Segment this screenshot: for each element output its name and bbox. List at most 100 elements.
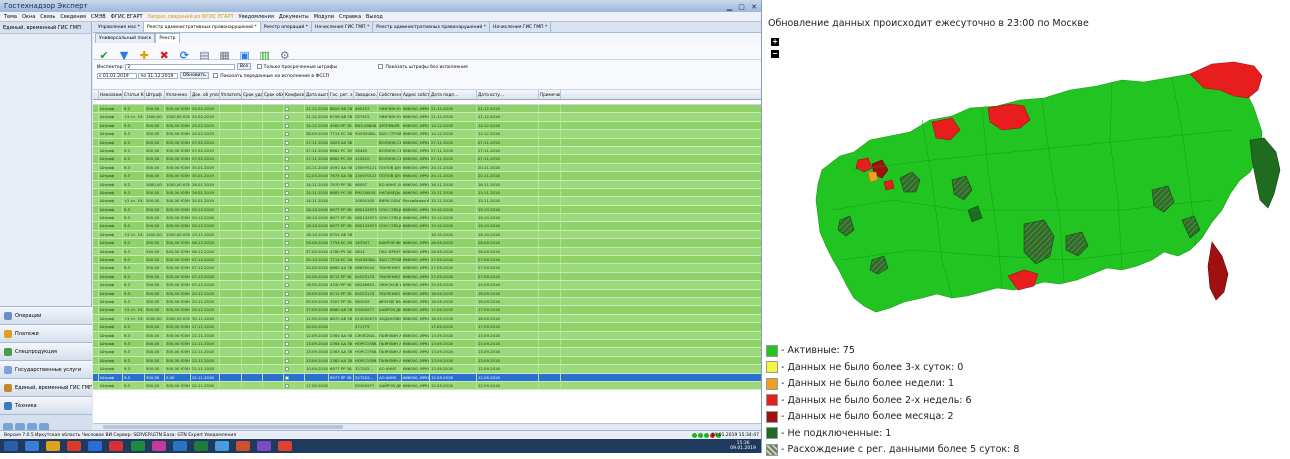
table-cell[interactable]: 15.11.2018 <box>430 197 477 205</box>
table-cell[interactable]: 20.11.2018 <box>305 163 329 172</box>
table-cell[interactable]: 6977 РР 38 <box>329 222 354 230</box>
table-cell[interactable]: 21.12.2018 <box>430 105 477 113</box>
table-cell[interactable]: 05.12.2018 <box>191 281 220 289</box>
table-cell[interactable]: 14.12.2018 <box>430 130 477 138</box>
column-header[interactable]: Дата всту... <box>477 90 539 99</box>
confiscation-checkbox[interactable] <box>285 274 289 279</box>
table-row[interactable]: Штраф9.3300,00300,00 ЮЗНР-5407.02.2019 27… <box>93 155 761 164</box>
table-cell[interactable]: 2363 АА 38 <box>329 356 354 365</box>
table-cell[interactable]: Штраф <box>99 323 123 331</box>
table-cell[interactable]: ЗАО СТРОЙКОМПЛЕКС <box>378 130 402 138</box>
table-cell[interactable] <box>220 197 242 205</box>
window-controls[interactable]: ▁ ▢ ✕ <box>727 1 759 13</box>
table-cell[interactable]: 8712 РР 38 <box>329 289 354 297</box>
table-cell[interactable]: 300,00 <box>145 348 165 356</box>
table-cell[interactable]: Штраф <box>99 348 123 356</box>
table-cell[interactable] <box>284 373 305 381</box>
table-cell[interactable] <box>539 180 561 188</box>
table-cell[interactable] <box>220 381 242 390</box>
nav-button[interactable]: Техника <box>0 396 92 414</box>
table-cell[interactable]: 20.11.2018 <box>477 163 539 172</box>
table-cell[interactable]: 19.10.2018 <box>430 222 477 230</box>
table-cell[interactable]: 14.12.2018 <box>305 121 329 130</box>
table-cell[interactable] <box>284 239 305 247</box>
table-cell[interactable] <box>284 172 305 180</box>
table-cell[interactable]: 30.01.2019 <box>191 172 220 180</box>
table-cell[interactable]: 14.11.2018 <box>305 197 329 205</box>
table-cell[interactable] <box>329 323 354 331</box>
table-cell[interactable]: 666000, ИРКУТСКАЯ ОБЛ, АНГАРС... <box>402 373 430 381</box>
table-cell[interactable] <box>220 138 242 146</box>
table-cell[interactable]: 130970121... <box>354 163 378 172</box>
table-row[interactable]: Штраф9.3300,00300,00 ЮЗНР-2306.12.2018 26… <box>93 239 761 248</box>
table-cell[interactable]: 17.09.2018 <box>305 381 329 390</box>
table-cell[interactable] <box>242 180 263 188</box>
table-cell[interactable]: 9.3 <box>123 331 145 339</box>
table-cell[interactable]: 13.09.2018 <box>430 331 477 339</box>
table-cell[interactable]: 130970121... <box>354 172 378 180</box>
table-cell[interactable]: 300,00 <box>145 272 165 281</box>
table-cell[interactable]: 18.09.2018 <box>477 297 539 306</box>
menu-item[interactable]: Справка <box>339 14 361 20</box>
table-cell[interactable]: 666000, ИРКУТСКАЯ ОБЛ, АНГАРС... <box>402 281 430 289</box>
table-cell[interactable]: 080143973 <box>354 214 378 222</box>
table-cell[interactable] <box>220 365 242 373</box>
table-cell[interactable]: 4591 АА 38 <box>329 163 354 172</box>
table-cell[interactable]: 666000, ИРКУТСКАЯ ОБЛ, АНГАРС... <box>402 163 430 172</box>
table-cell[interactable] <box>263 105 284 113</box>
table-cell[interactable] <box>220 105 242 113</box>
table-cell[interactable]: 9.3 <box>123 239 145 247</box>
table-cell[interactable]: ВК3-0060А <box>354 121 378 130</box>
table-cell[interactable]: 300,00 ЮЗНР-32 <box>165 197 191 205</box>
table-cell[interactable]: 24.09.2018 <box>305 264 329 272</box>
table-cell[interactable] <box>539 155 561 163</box>
table-cell[interactable]: 9.3 <box>123 339 145 348</box>
table-cell[interactable]: 14.12.2018 <box>430 121 477 130</box>
table-cell[interactable] <box>263 130 284 138</box>
table-cell[interactable]: 22.11.2018 <box>191 331 220 339</box>
table-cell[interactable] <box>220 146 242 155</box>
table-cell[interactable] <box>263 314 284 323</box>
column-header[interactable]: Срок обж... <box>263 90 284 99</box>
app-icon-9[interactable] <box>278 441 293 451</box>
table-cell[interactable]: Штраф <box>99 365 123 373</box>
table-cell[interactable]: АРТЕМЬЕВ НИКОЛАЙ ЯГН... <box>378 121 402 130</box>
table-cell[interactable] <box>284 230 305 239</box>
table-cell[interactable] <box>284 130 305 138</box>
table-cell[interactable]: 26.09.2018 <box>305 239 329 247</box>
table-cell[interactable] <box>284 214 305 222</box>
column-header[interactable]: Примечание <box>539 90 561 99</box>
table-cell[interactable]: 0,00 <box>165 373 191 381</box>
sub-tab[interactable]: Реестр <box>155 33 180 43</box>
confiscation-checkbox[interactable] <box>285 367 289 372</box>
table-cell[interactable]: 9.3 <box>123 256 145 264</box>
table-cell[interactable]: 16.09.2018 <box>305 281 329 289</box>
table-cell[interactable]: ООО СПЕЦКОМПЛЕКТ <box>378 205 402 214</box>
table-cell[interactable]: НОРСО788... <box>354 348 378 356</box>
table-cell[interactable]: 12.09.2018 <box>477 365 539 373</box>
table-cell[interactable] <box>539 365 561 373</box>
confiscation-checkbox[interactable] <box>285 383 289 388</box>
taskbar-clock[interactable]: 15:36 09.01.2019 <box>730 441 756 451</box>
table-cell[interactable]: ПЬЯНЗИН АННА СЕРГЕЕВНА <box>378 348 402 356</box>
confiscation-checkbox[interactable] <box>285 258 289 263</box>
left-pane-header[interactable]: Единый, временный ГИС ГМП <box>0 22 91 34</box>
table-row[interactable]: Штраф+2 ст. 19.222000,002000,00 ЮЗНР-473… <box>93 314 761 324</box>
table-cell[interactable]: 04523170 <box>354 289 378 297</box>
table-row[interactable]: Штраф9.3300,00300,00 ЮЗНР-490220.11.2018… <box>93 297 761 307</box>
map-region-west-orange[interactable] <box>867 171 879 183</box>
table-cell[interactable] <box>284 247 305 256</box>
table-cell[interactable]: 7675 АА 38 <box>329 172 354 180</box>
table-cell[interactable] <box>263 121 284 130</box>
table-row[interactable]: Штраф+2 ст. 19.221500,001500,00 ЮЗНР-493… <box>93 230 761 240</box>
table-cell[interactable]: 28.09.2018 <box>430 239 477 247</box>
table-cell[interactable]: 300,00 <box>145 256 165 264</box>
table-cell[interactable]: 12.09.2018 <box>305 331 329 339</box>
table-row[interactable]: Штраф9.3300,00300,00 ЮЗНР-1427.11.2018 10… <box>93 323 761 332</box>
confiscation-checkbox[interactable] <box>285 249 289 254</box>
table-cell[interactable]: СЖ3020А... <box>354 331 378 339</box>
table-cell[interactable]: 666000, ИРКУТСКАЯ ОБЛ, ЗИМИНТ... <box>402 381 430 390</box>
table-cell[interactable]: 2000,00 <box>145 314 165 323</box>
table-cell[interactable]: +2 ст. 19.22 <box>123 306 145 314</box>
table-cell[interactable] <box>284 205 305 214</box>
